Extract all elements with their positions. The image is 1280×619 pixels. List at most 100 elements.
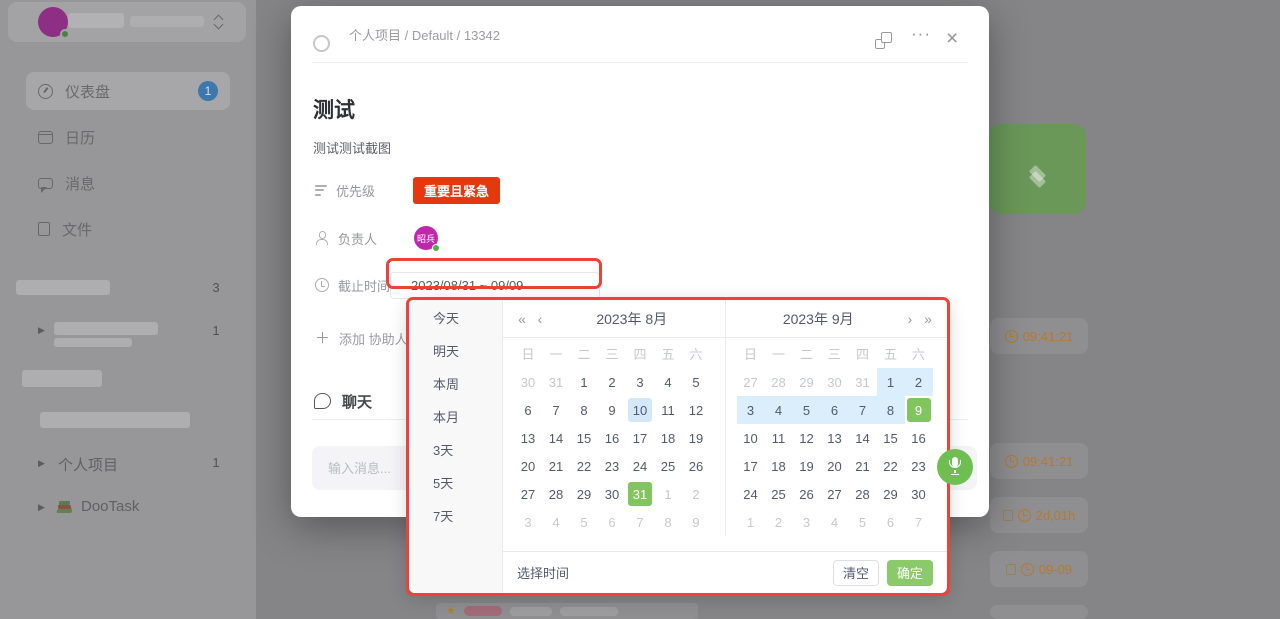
chevron-up-down-icon[interactable]	[214, 14, 224, 30]
day-cell[interactable]: 27	[737, 368, 765, 396]
day-cell[interactable]: 7	[626, 508, 654, 536]
day-cell[interactable]: 3	[737, 396, 765, 424]
tab-chat[interactable]: 聊天	[314, 390, 372, 412]
day-cell[interactable]: 21	[542, 452, 570, 480]
day-cell[interactable]: 15	[877, 424, 905, 452]
next-year-icon[interactable]: »	[919, 311, 937, 327]
shortcut-item[interactable]: 本周	[409, 368, 502, 401]
day-cell[interactable]: 2	[682, 480, 710, 508]
clear-button[interactable]: 清空	[833, 560, 879, 586]
day-cell[interactable]: 5	[682, 368, 710, 396]
day-cell[interactable]: 2	[765, 508, 793, 536]
caret-icon[interactable]: ▶	[38, 502, 45, 513]
select-time-link[interactable]: 选择时间	[517, 563, 569, 582]
day-cell[interactable]: 30	[905, 480, 933, 508]
task-title[interactable]: 测试	[313, 94, 355, 124]
day-cell[interactable]: 19	[793, 452, 821, 480]
task-time-row[interactable]: 09:41:21	[990, 318, 1088, 354]
day-cell[interactable]: 25	[654, 452, 682, 480]
deadline-input[interactable]	[390, 272, 600, 299]
day-cell[interactable]: 13	[514, 424, 542, 452]
day-cell[interactable]: 25	[765, 480, 793, 508]
day-cell[interactable]: 4	[542, 508, 570, 536]
day-cell[interactable]: 3	[626, 368, 654, 396]
sidebar-item-files[interactable]: 文件	[26, 210, 230, 248]
close-icon[interactable]: ×	[946, 28, 958, 49]
day-cell[interactable]: 12	[682, 396, 710, 424]
shortcut-item[interactable]: 3天	[409, 434, 502, 467]
day-cell[interactable]: 10	[737, 424, 765, 452]
day-cell[interactable]: 5	[570, 508, 598, 536]
day-cell[interactable]: 3	[514, 508, 542, 536]
prev-year-icon[interactable]: «	[513, 311, 531, 327]
day-cell[interactable]: 6	[598, 508, 626, 536]
priority-badge[interactable]: 重要且紧急	[413, 177, 500, 204]
shortcut-item[interactable]: 5天	[409, 467, 502, 500]
add-collaborator-button[interactable]: ＋ 添加 协助人员	[315, 326, 421, 350]
more-menu-icon[interactable]: ···	[911, 24, 931, 44]
breadcrumb[interactable]: 个人项目 / Default / 13342	[349, 6, 500, 66]
day-cell[interactable]: 1	[654, 480, 682, 508]
day-cell[interactable]: 21	[849, 452, 877, 480]
confirm-button[interactable]: 确定	[887, 560, 933, 586]
shortcut-item[interactable]: 7天	[409, 500, 502, 533]
day-cell[interactable]: 15	[570, 424, 598, 452]
day-cell[interactable]: 20	[821, 452, 849, 480]
task-time-row[interactable]: 2d,01h	[990, 497, 1088, 533]
day-cell[interactable]: 10	[626, 396, 654, 424]
day-cell[interactable]: 28	[849, 480, 877, 508]
day-cell[interactable]: 23	[905, 452, 933, 480]
day-cell[interactable]: 1	[570, 368, 598, 396]
day-cell[interactable]: 29	[877, 480, 905, 508]
task-row-partial[interactable]: ★	[436, 603, 698, 619]
day-cell[interactable]: 31	[626, 480, 654, 508]
day-cell[interactable]: 3	[793, 508, 821, 536]
day-cell[interactable]: 24	[626, 452, 654, 480]
day-cell[interactable]: 18	[654, 424, 682, 452]
day-cell[interactable]: 14	[849, 424, 877, 452]
task-complete-radio[interactable]	[313, 35, 330, 52]
day-cell[interactable]: 11	[765, 424, 793, 452]
day-cell[interactable]: 11	[654, 396, 682, 424]
shortcut-item[interactable]: 本月	[409, 401, 502, 434]
caret-icon[interactable]: ▶	[38, 325, 45, 336]
day-cell[interactable]: 7	[905, 508, 933, 536]
day-cell[interactable]: 5	[793, 396, 821, 424]
day-cell[interactable]: 16	[905, 424, 933, 452]
day-cell[interactable]: 1	[737, 508, 765, 536]
day-cell[interactable]: 9	[682, 508, 710, 536]
month-title[interactable]: 2023年 9月	[736, 309, 902, 329]
task-time-row[interactable]	[990, 605, 1088, 619]
day-cell[interactable]: 27	[514, 480, 542, 508]
shortcut-item[interactable]: 今天	[409, 302, 502, 335]
day-cell[interactable]: 8	[877, 396, 905, 424]
day-cell[interactable]: 29	[570, 480, 598, 508]
day-cell[interactable]: 6	[514, 396, 542, 424]
day-cell[interactable]: 6	[877, 508, 905, 536]
day-cell[interactable]: 29	[793, 368, 821, 396]
day-cell[interactable]: 31	[849, 368, 877, 396]
day-cell[interactable]: 16	[598, 424, 626, 452]
day-cell[interactable]: 20	[514, 452, 542, 480]
day-cell[interactable]: 27	[821, 480, 849, 508]
voice-record-button[interactable]	[937, 449, 973, 485]
task-time-row[interactable]: 09-09	[990, 551, 1088, 587]
day-cell[interactable]: 24	[737, 480, 765, 508]
day-cell[interactable]: 14	[542, 424, 570, 452]
day-cell[interactable]: 26	[682, 452, 710, 480]
shortcut-item[interactable]: 明天	[409, 335, 502, 368]
day-cell[interactable]: 8	[570, 396, 598, 424]
day-cell[interactable]: 30	[821, 368, 849, 396]
day-cell[interactable]: 9	[905, 396, 933, 424]
day-cell[interactable]: 22	[877, 452, 905, 480]
day-cell[interactable]: 7	[849, 396, 877, 424]
day-cell[interactable]: 4	[821, 508, 849, 536]
day-cell[interactable]: 8	[654, 508, 682, 536]
day-cell[interactable]: 28	[765, 368, 793, 396]
day-cell[interactable]: 28	[542, 480, 570, 508]
day-cell[interactable]: 23	[598, 452, 626, 480]
day-cell[interactable]: 2	[905, 368, 933, 396]
day-cell[interactable]: 30	[598, 480, 626, 508]
task-time-row[interactable]: 09:41:21	[990, 443, 1088, 479]
month-title[interactable]: 2023年 8月	[549, 309, 715, 329]
